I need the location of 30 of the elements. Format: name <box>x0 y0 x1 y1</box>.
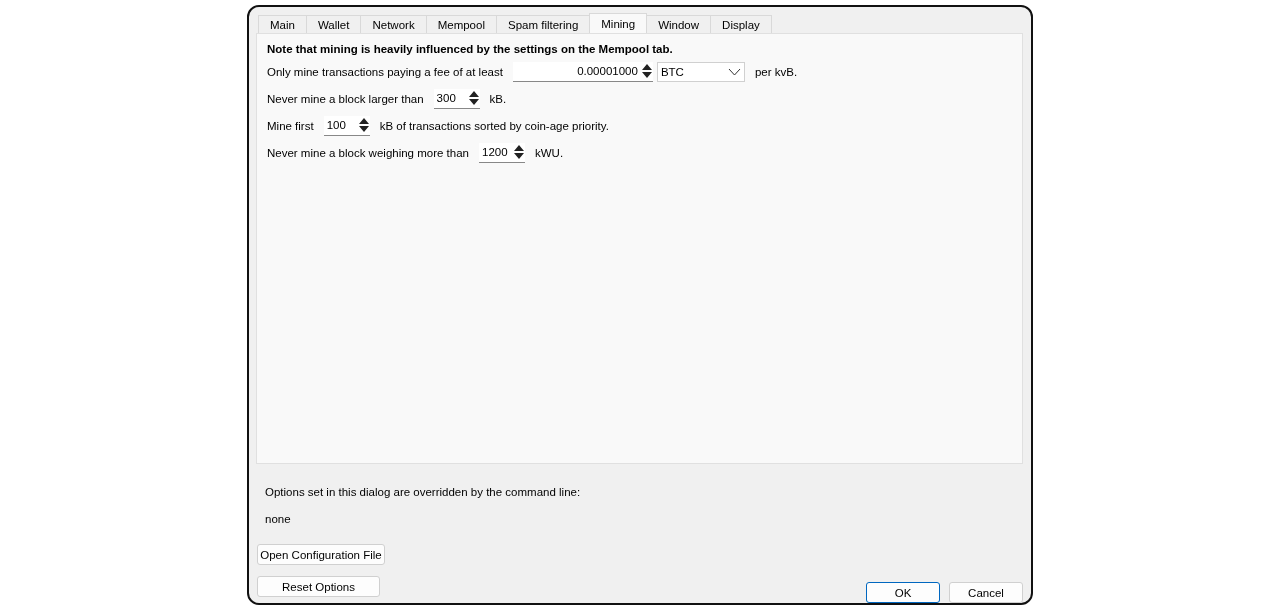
label-text: Mine first <box>267 119 314 132</box>
note-text: Note that mining is heavily influenced by the settings on the Mempool tab. <box>267 42 674 57</box>
spin-arrows-icon[interactable] <box>467 89 480 107</box>
tab[interactable]: Mining <box>589 13 648 33</box>
tab[interactable]: Main <box>258 15 307 33</box>
label-text: Never mine a block larger than <box>267 92 424 105</box>
label-text: kB. <box>489 92 507 105</box>
label-text: kB of transactions sorted by coin-age priority. <box>379 119 609 132</box>
tab[interactable]: Mempool <box>425 15 497 33</box>
chevron-icon <box>727 67 741 76</box>
spin-box[interactable]: 300 <box>433 88 480 109</box>
open-configuration-button[interactable]: Open Configuration File <box>257 544 385 565</box>
tab[interactable]: Display <box>710 15 772 33</box>
spin-arrows-icon[interactable] <box>640 62 653 80</box>
unit-dropdown[interactable]: BTC <box>656 61 745 82</box>
label-text: per kvB. <box>754 65 798 78</box>
tab[interactable]: Spam filtering <box>495 15 591 33</box>
override-label: Options set in this dialog are overridden by the command line: <box>265 484 582 500</box>
spin-arrows-icon[interactable] <box>513 143 525 161</box>
cancel-button[interactable]: Cancel <box>949 582 1023 603</box>
label-text: Never mine a block weighing more than <box>267 146 469 159</box>
label-text: Only mine transactions paying a fee of at least <box>267 65 503 78</box>
spin-arrows-icon[interactable] <box>357 116 370 134</box>
spin-box[interactable]: 1200 <box>479 142 525 163</box>
ok-button[interactable]: OK <box>866 582 940 603</box>
reset-options-button[interactable]: Reset Options <box>257 576 380 597</box>
label-text: kWU. <box>535 146 564 159</box>
spin-box[interactable]: 100 <box>323 115 370 136</box>
override-value: none <box>265 511 292 527</box>
spin-box[interactable]: 0.00001000 <box>512 61 653 82</box>
